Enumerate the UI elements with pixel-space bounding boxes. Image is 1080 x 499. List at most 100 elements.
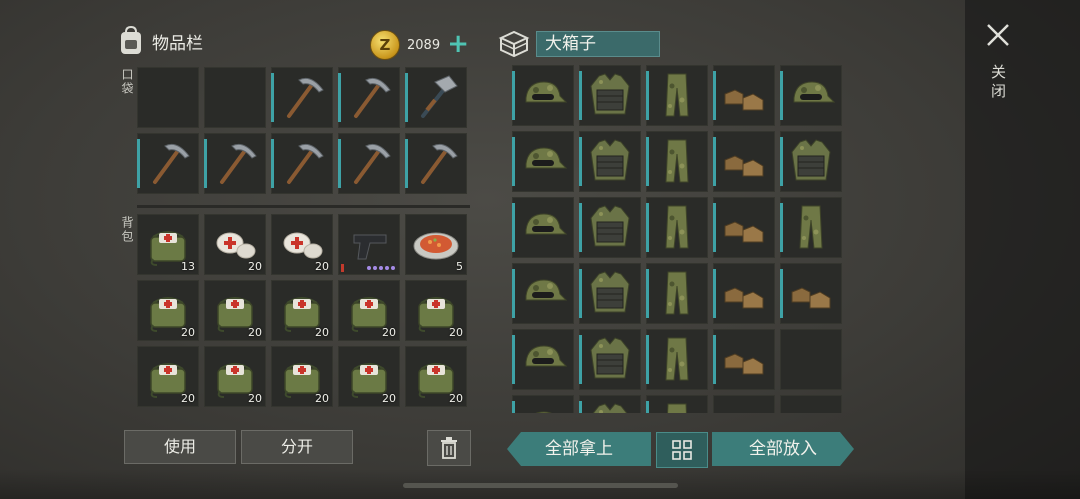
box-slot[interactable]: [646, 65, 708, 126]
backpack-slot[interactable]: 20: [204, 214, 266, 275]
pocket-slot[interactable]: [338, 67, 400, 128]
pocket-slot[interactable]: [271, 133, 333, 194]
box-slot[interactable]: [646, 197, 708, 258]
backpack-grid: 13 20 20 5 20 20 20 20 20 20 20 20 20 20: [137, 214, 467, 407]
box-slot[interactable]: [512, 131, 574, 192]
box-slot[interactable]: [646, 263, 708, 324]
coin-balance: Z 2089 +: [370, 30, 472, 60]
camo-pants-icon: [665, 337, 689, 381]
box-slot[interactable]: [713, 65, 775, 126]
camo-cap-icon: [525, 279, 568, 301]
camo-cap-icon: [525, 147, 568, 169]
pocket-slot[interactable]: [338, 133, 400, 194]
pocket-slot[interactable]: [204, 133, 266, 194]
boots-icon: [724, 221, 764, 243]
sort-button[interactable]: [656, 432, 708, 468]
box-slot[interactable]: [780, 65, 842, 126]
split-button[interactable]: 分开: [241, 430, 353, 464]
camo-vest-icon: [590, 205, 630, 247]
camo-cap-icon: [525, 213, 568, 235]
trash-button[interactable]: [427, 430, 471, 466]
backpack-slot[interactable]: 20: [204, 280, 266, 341]
inventory-title: 物品栏: [152, 33, 203, 54]
boots-icon: [724, 89, 764, 111]
add-coins-button[interactable]: +: [444, 31, 472, 59]
box-slot[interactable]: [713, 263, 775, 324]
camo-vest-icon: [590, 73, 630, 115]
box-grid[interactable]: [512, 65, 850, 413]
box-name-field[interactable]: 大箱子: [536, 31, 660, 57]
hammer-icon: [421, 75, 458, 118]
box-slot[interactable]: [780, 329, 842, 390]
box-slot[interactable]: [512, 329, 574, 390]
box-slot[interactable]: [579, 263, 641, 324]
box-slot[interactable]: [713, 395, 775, 413]
box-slot[interactable]: [512, 65, 574, 126]
close-label[interactable]: 关闭: [988, 64, 1009, 102]
boots-icon: [724, 155, 764, 177]
backpack-slot[interactable]: 20: [405, 346, 467, 407]
backpack-slot[interactable]: 20: [137, 280, 199, 341]
box-slot[interactable]: [579, 329, 641, 390]
box-slot[interactable]: [780, 131, 842, 192]
camo-cap-icon: [525, 81, 568, 103]
box-slot[interactable]: [713, 329, 775, 390]
backpack-slot[interactable]: 5: [405, 214, 467, 275]
camo-vest-icon: [590, 271, 630, 313]
backpack-icon: [121, 26, 141, 54]
pocket-slot[interactable]: [137, 67, 199, 128]
pickaxe-icon: [220, 143, 257, 184]
camo-cap-icon: [535, 411, 552, 413]
use-button[interactable]: 使用: [124, 430, 236, 464]
camo-vest-icon: [590, 337, 630, 379]
item-quantity: 13: [181, 260, 195, 273]
camo-pants-icon: [665, 271, 689, 315]
item-quantity: 20: [181, 326, 195, 339]
camo-vest-icon: [791, 139, 831, 181]
item-quantity: 20: [248, 326, 262, 339]
pocket-slot[interactable]: [271, 67, 333, 128]
box-slot[interactable]: [579, 197, 641, 258]
box-slot[interactable]: [713, 131, 775, 192]
box-slot[interactable]: [646, 329, 708, 390]
backpack-slot[interactable]: [338, 214, 400, 275]
backpack-slot[interactable]: 20: [338, 280, 400, 341]
boots-icon: [724, 287, 764, 309]
box-slot[interactable]: [780, 197, 842, 258]
backpack-slot[interactable]: 20: [271, 214, 333, 275]
pocket-slot[interactable]: [405, 67, 467, 128]
item-quantity: 20: [315, 326, 329, 339]
box-slot[interactable]: [579, 65, 641, 126]
backpack-slot[interactable]: 20: [338, 346, 400, 407]
backpack-slot[interactable]: 13: [137, 214, 199, 275]
backpack-slot[interactable]: 20: [137, 346, 199, 407]
backpack-slot[interactable]: 20: [405, 280, 467, 341]
camo-vest-icon: [590, 139, 630, 181]
box-slot[interactable]: [713, 197, 775, 258]
camo-cap-icon: [793, 81, 836, 103]
pickaxe-icon: [153, 143, 190, 184]
backpack-slot[interactable]: 20: [271, 280, 333, 341]
box-slot[interactable]: [646, 395, 708, 413]
box-slot[interactable]: [512, 263, 574, 324]
box-slot[interactable]: [512, 197, 574, 258]
pocket-slot[interactable]: [204, 67, 266, 128]
coin-symbol: Z: [379, 36, 391, 54]
boots-icon: [724, 353, 764, 375]
backpack-slot[interactable]: 20: [271, 346, 333, 407]
pocket-slot[interactable]: [137, 133, 199, 194]
home-indicator[interactable]: [403, 483, 678, 488]
box-slot[interactable]: [579, 131, 641, 192]
box-slot[interactable]: [646, 131, 708, 192]
crate-icon: [498, 30, 530, 58]
backpack-slot[interactable]: 20: [204, 346, 266, 407]
box-slot[interactable]: [780, 395, 842, 413]
pocket-slot[interactable]: [405, 133, 467, 194]
box-slot[interactable]: [780, 263, 842, 324]
close-icon[interactable]: [985, 22, 1011, 48]
box-slot[interactable]: [512, 395, 574, 413]
take-all-button[interactable]: 全部拿上: [507, 432, 651, 466]
inventory-header: 物品栏: [118, 26, 203, 56]
box-slot[interactable]: [579, 395, 641, 413]
put-all-button[interactable]: 全部放入: [712, 432, 854, 466]
